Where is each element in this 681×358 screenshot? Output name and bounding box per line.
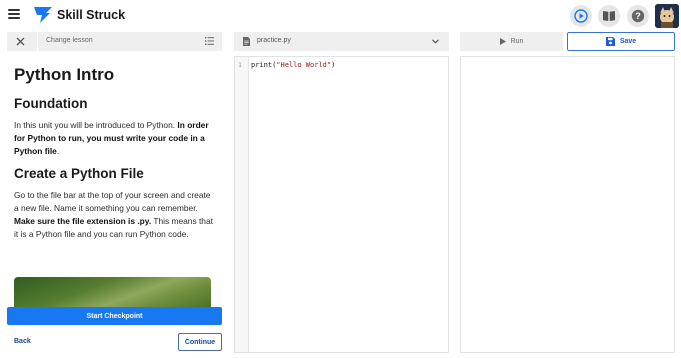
avatar[interactable] <box>655 4 679 28</box>
section-heading-foundation: Foundation <box>14 96 88 111</box>
file-icon <box>243 37 250 46</box>
code-line[interactable]: print("Hello World") <box>251 61 335 69</box>
code-editor[interactable]: 1 print("Hello World") <box>234 56 449 353</box>
chevron-down-icon <box>432 39 439 44</box>
paragraph-end: . <box>56 146 60 156</box>
run-button[interactable]: Run <box>460 32 563 51</box>
run-label: Run <box>510 38 524 45</box>
continue-button[interactable]: Continue <box>178 333 222 351</box>
output-panel <box>460 56 675 353</box>
back-button[interactable]: Back <box>14 338 31 345</box>
start-checkpoint-button[interactable]: Start Checkpoint <box>7 307 222 325</box>
paragraph-text: In this unit you will be introduced to P… <box>14 120 176 130</box>
list-icon[interactable] <box>205 37 214 45</box>
svg-text:?: ? <box>635 11 641 21</box>
paragraph-text: Go to the file bar at the top of your sc… <box>14 190 211 213</box>
section-heading-create-file: Create a Python File <box>14 166 144 181</box>
toolbar-divider <box>37 32 38 51</box>
close-icon <box>16 37 24 46</box>
book-icon[interactable] <box>598 5 620 27</box>
file-name: practice.py <box>257 37 291 44</box>
lesson-toolbar: Change lesson <box>7 32 222 51</box>
change-lesson-button[interactable]: Change lesson <box>46 37 93 44</box>
save-button[interactable]: Save <box>567 32 675 51</box>
file-selector[interactable]: practice.py <box>234 32 449 51</box>
save-icon <box>605 37 615 46</box>
section-paragraph-foundation: In this unit you will be introduced to P… <box>14 119 214 158</box>
close-lesson-button[interactable] <box>7 32 33 51</box>
brand-name: Skill Struck <box>57 8 126 22</box>
line-number: 1 <box>238 61 242 69</box>
code-string: "Hello World" <box>276 60 332 69</box>
menu-icon[interactable] <box>8 9 20 21</box>
code-close-paren: ) <box>331 60 336 69</box>
section-paragraph-create-file: Go to the file bar at the top of your sc… <box>14 189 214 241</box>
skill-struck-logo <box>34 7 52 23</box>
help-icon[interactable]: ? <box>627 5 649 27</box>
code-function: print( <box>251 60 277 69</box>
lesson-content: Python Intro Foundation In this unit you… <box>14 64 214 241</box>
play-circle-icon[interactable] <box>570 5 592 27</box>
paragraph-emphasis: Make sure the file extension is .py. <box>14 216 152 226</box>
top-header: Skill Struck ? <box>0 0 681 32</box>
lesson-title: Python Intro <box>14 65 115 84</box>
play-icon <box>499 38 506 45</box>
save-label: Save <box>619 38 637 45</box>
line-gutter: 1 <box>235 57 249 352</box>
